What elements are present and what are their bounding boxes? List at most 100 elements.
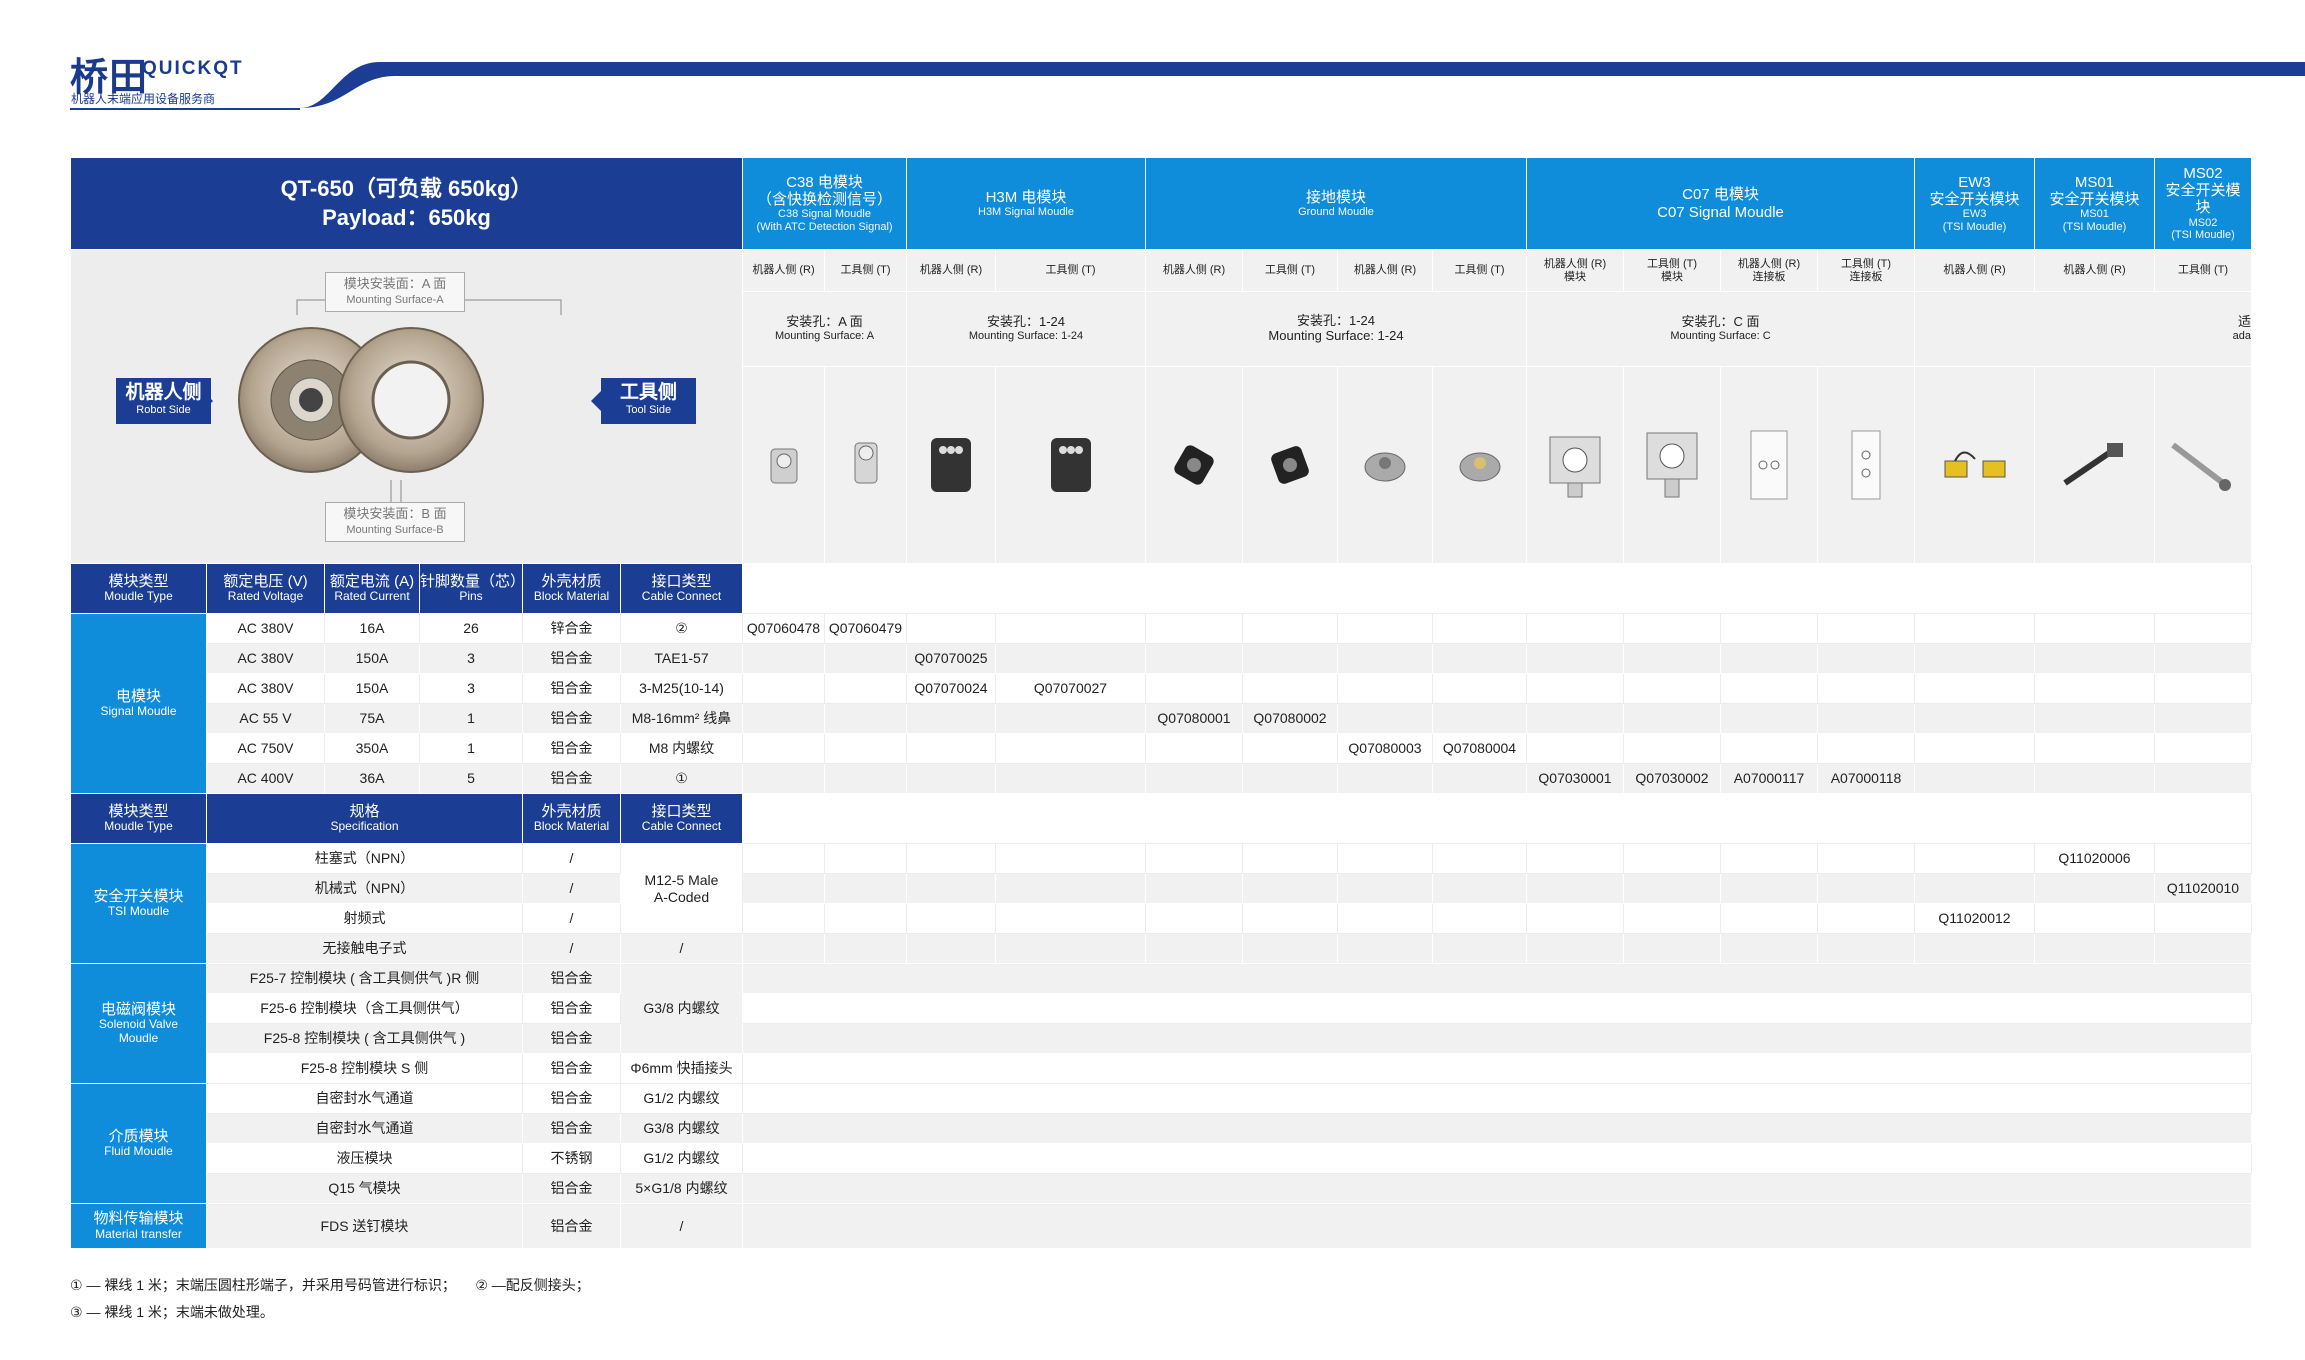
mounting-ground: 安装孔：1-24 Mounting Surface: 1-24 — [1146, 292, 1527, 367]
product-image-ground2-r — [1338, 367, 1433, 564]
note-2: ② —配反侧接头； — [475, 1277, 590, 1293]
part-code-cell — [1146, 674, 1243, 704]
col-header-voltage: 额定电压 (V) Rated Voltage — [207, 564, 325, 614]
col-header-module-type-2: 模块类型 Moudle Type — [71, 794, 207, 844]
part-code-cell: Q07080002 — [1243, 704, 1338, 734]
voltage-cell: AC 400V — [207, 764, 325, 794]
part-code-cell: Q07080004 — [1433, 734, 1527, 764]
part-code-cell — [825, 844, 907, 874]
side-label: 机器人侧 (R) — [743, 250, 825, 292]
col-header-pins: 针脚数量（芯） Pins — [420, 564, 523, 614]
part-code-cell — [907, 904, 996, 934]
material-cell: 铝合金 — [523, 674, 621, 704]
current-cell: 150A — [325, 644, 420, 674]
side-label: 工具侧 (T) — [1433, 250, 1527, 292]
tsi-connector: M12-5 Male A-Coded — [621, 844, 743, 934]
cable-cell: G1/2 内螺纹 — [621, 1084, 743, 1114]
current-cell: 16A — [325, 614, 420, 644]
part-code-cell — [1433, 904, 1527, 934]
spec-cell: 射频式 — [207, 904, 523, 934]
part-code-cell — [2035, 764, 2155, 794]
voltage-cell: AC 380V — [207, 674, 325, 704]
voltage-cell: AC 380V — [207, 614, 325, 644]
part-code-cell — [825, 674, 907, 704]
part-code-cell — [743, 874, 825, 904]
current-cell: 350A — [325, 734, 420, 764]
part-code-cell — [1243, 934, 1338, 964]
part-code-cell — [825, 644, 907, 674]
mt-codes — [743, 1204, 2252, 1249]
part-code-cell — [907, 704, 996, 734]
col-header-material: 外壳材质 Block Material — [523, 564, 621, 614]
mounting-h3m: 安装孔：1-24 Mounting Surface: 1-24 — [907, 292, 1146, 367]
current-cell: 36A — [325, 764, 420, 794]
part-code-cell — [2155, 844, 2252, 874]
product-image-ms01 — [2035, 367, 2155, 564]
part-code-cell — [1721, 614, 1818, 644]
part-code-cell: Q07070024 — [907, 674, 996, 704]
part-code-cell — [743, 904, 825, 934]
part-code-cell — [825, 764, 907, 794]
cable-cell: TAE1-57 — [621, 644, 743, 674]
part-code-cell — [1721, 734, 1818, 764]
label-robot-side: 机器人侧 Robot Side — [116, 378, 211, 424]
side-label: 机器人侧 (R) 模块 — [1527, 250, 1624, 292]
part-code-cell — [1527, 734, 1624, 764]
part-code-cell — [996, 844, 1146, 874]
part-code-cell: A07000117 — [1721, 764, 1818, 794]
part-code-cell — [1915, 874, 2035, 904]
part-code-cell — [1721, 674, 1818, 704]
mounting-c07: 安装孔：C 面 Mounting Surface: C — [1527, 292, 1915, 367]
material-cell: 锌合金 — [523, 614, 621, 644]
material-cell: 铝合金 — [523, 994, 621, 1024]
side-label: 工具侧 (T) — [825, 250, 907, 292]
part-code-row — [743, 1174, 2252, 1204]
part-code-cell — [1243, 734, 1338, 764]
part-code-cell — [1527, 644, 1624, 674]
part-code-cell — [1433, 614, 1527, 644]
part-code-cell — [825, 904, 907, 934]
part-code-cell: Q07070025 — [907, 644, 996, 674]
sv-connector: G3/8 内螺纹 — [621, 964, 743, 1054]
product-image-c07-t — [1624, 367, 1721, 564]
material-cell: 铝合金 — [523, 1174, 621, 1204]
part-code-cell — [1915, 934, 2035, 964]
part-code-cell — [1721, 704, 1818, 734]
mt-material: 铝合金 — [523, 1204, 621, 1249]
part-code-cell — [1818, 674, 1915, 704]
part-code-cell — [1338, 614, 1433, 644]
spec-cell: Q15 气模块 — [207, 1174, 523, 1204]
cable-cell: G1/2 内螺纹 — [621, 1144, 743, 1174]
material-cell: 铝合金 — [523, 764, 621, 794]
cable-cell: ② — [621, 614, 743, 644]
part-code-cell — [1243, 874, 1338, 904]
side-label: 机器人侧 (R) — [1915, 250, 2035, 292]
label-tool-side: 工具侧 Tool Side — [601, 378, 696, 424]
part-code-cell — [1433, 874, 1527, 904]
side-label: 工具侧 (T) — [1243, 250, 1338, 292]
part-code-cell — [1818, 704, 1915, 734]
module-header-h3m: H3M 电模块 H3M Signal Moudle — [907, 158, 1146, 250]
material-cell: 铝合金 — [523, 1024, 621, 1054]
part-code-cell — [1527, 674, 1624, 704]
part-code-cell — [743, 764, 825, 794]
part-code-cell — [1818, 644, 1915, 674]
pins-cell: 1 — [420, 734, 523, 764]
header-spacer — [743, 564, 2252, 614]
part-code-cell — [1433, 674, 1527, 704]
part-code-cell — [1338, 764, 1433, 794]
module-header-ground: 接地模块 Ground Moudle — [1146, 158, 1527, 250]
col-header-spec: 规格 Specification — [207, 794, 523, 844]
part-code-cell — [2155, 614, 2252, 644]
cable-cell: M8-16mm² 线鼻 — [621, 704, 743, 734]
mounting-tsi: 适 ada — [1915, 292, 2252, 367]
part-code-cell — [1243, 844, 1338, 874]
part-code-cell — [1915, 844, 2035, 874]
part-code-cell — [1338, 674, 1433, 704]
part-code-cell — [2155, 704, 2252, 734]
part-code-cell — [825, 704, 907, 734]
part-code-cell — [743, 704, 825, 734]
title-en: Payload：650kg — [322, 204, 491, 230]
col-header-module-type: 模块类型 Moudle Type — [71, 564, 207, 614]
part-code-cell — [1818, 734, 1915, 764]
